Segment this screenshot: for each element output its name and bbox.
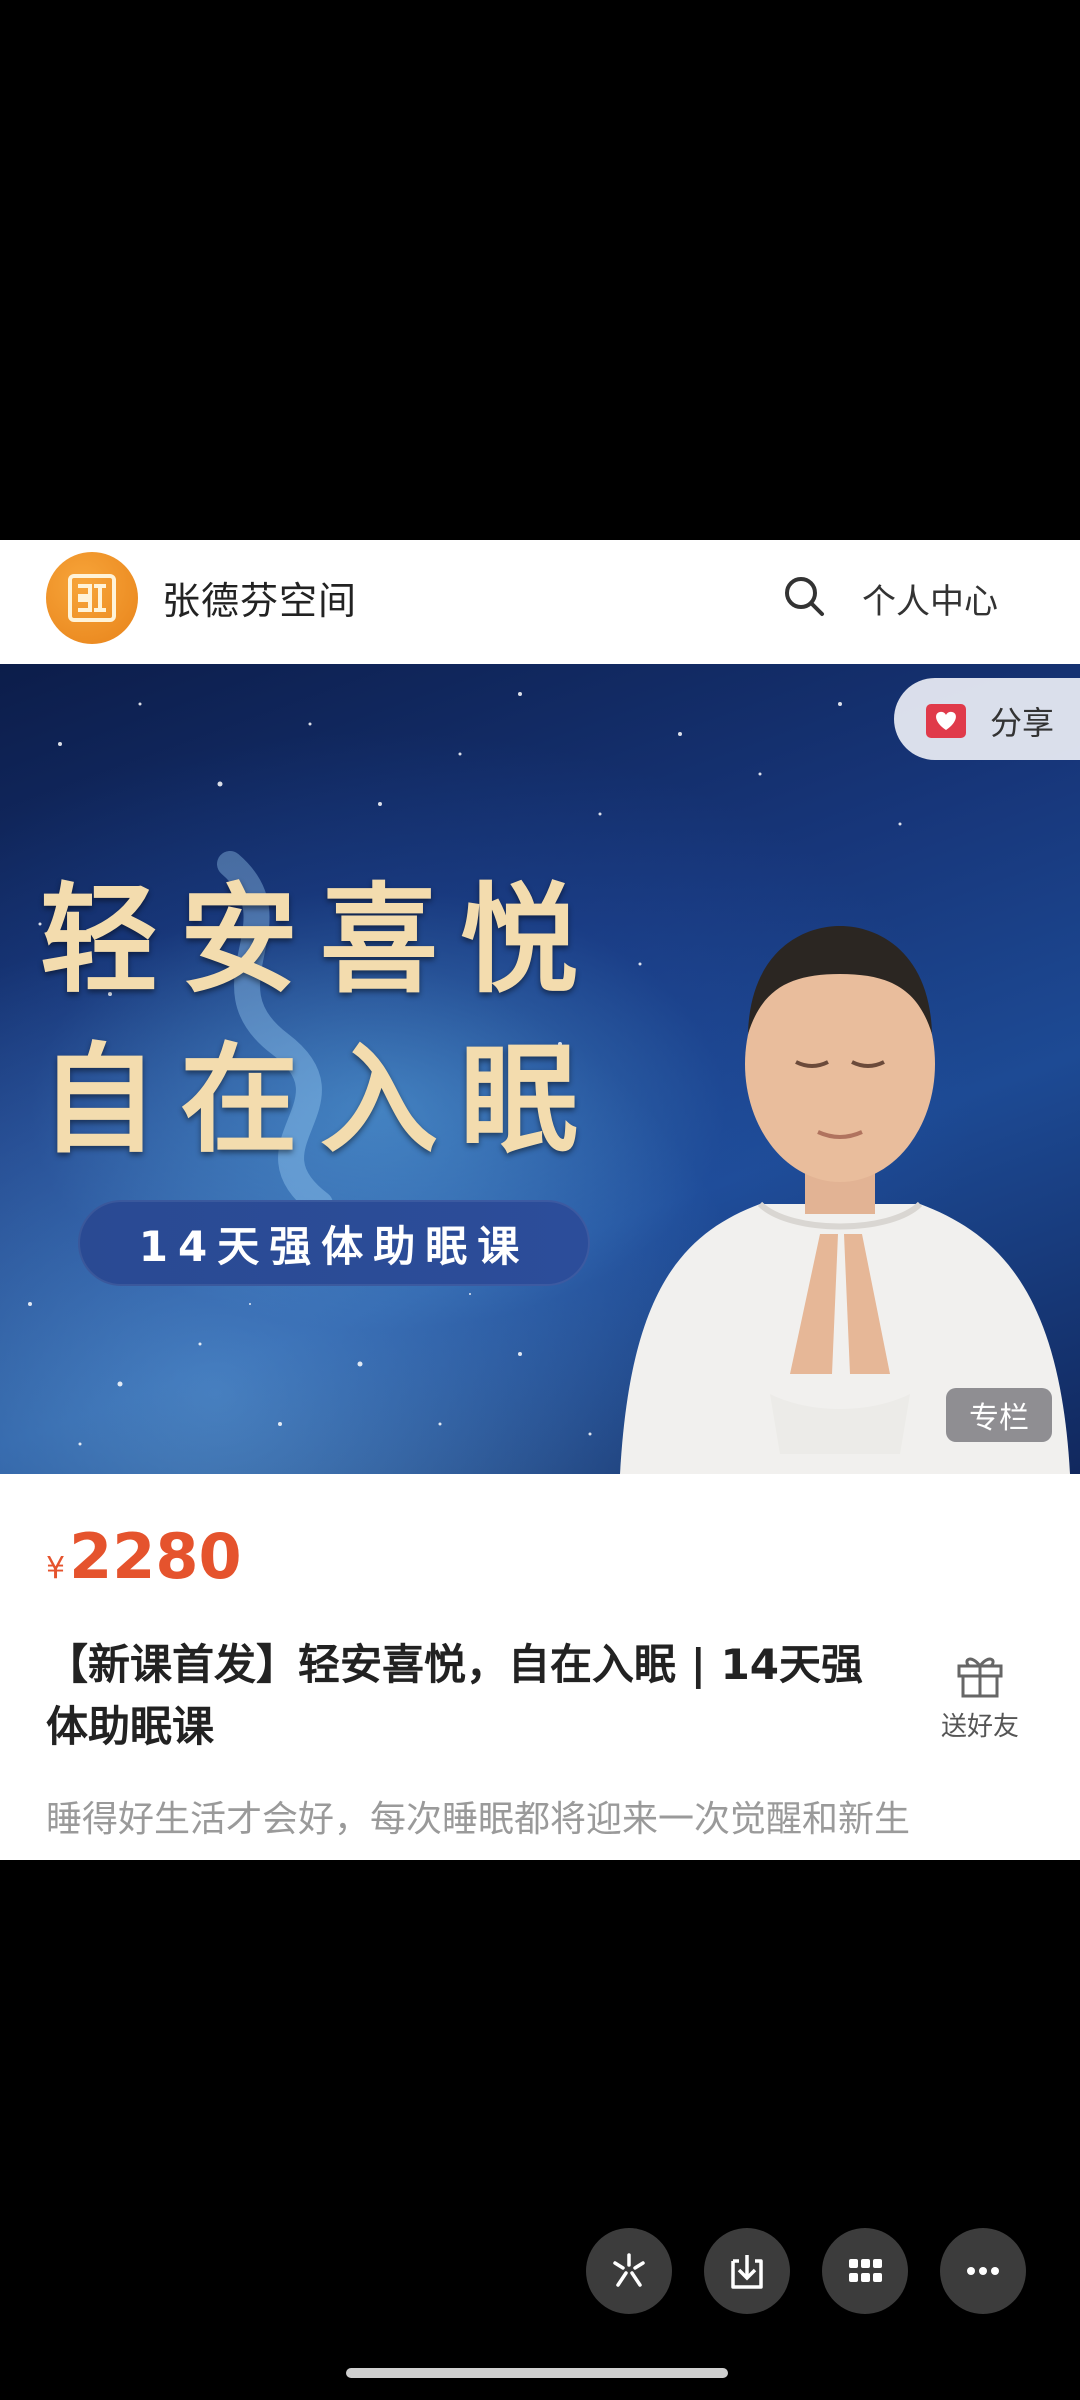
product-title: 【新课首发】轻安喜悦，自在入眠 | 14天强体助眠课 [46,1640,864,1751]
search-icon [785,577,824,616]
home-indicator[interactable] [346,2368,728,2378]
course-name-pill: 14天强体助眠课 [78,1200,590,1286]
bottom-black-area [0,1860,1080,2400]
personal-center-link[interactable]: 个人中心 [862,574,998,623]
site-logo[interactable] [46,552,138,644]
download-icon [731,2255,763,2289]
price-value: 2280 [69,1520,242,1593]
gift-icon [957,1657,1003,1698]
search-button[interactable] [776,568,832,624]
column-tag: 专栏 [946,1388,1052,1442]
zdf-logo-icon [68,574,116,622]
more-icon [967,2267,999,2275]
gift-label: 送好友 [940,1712,1019,1742]
top-black-area [0,0,1080,540]
banner-title-line1: 轻安喜悦 [40,870,601,1009]
price-currency: ¥ [46,1551,66,1586]
more-button[interactable] [940,2228,1026,2314]
price: ¥2280 [46,1520,242,1593]
site-header: 张德芬空间 个人中心 [0,540,1080,664]
heart-gift-icon [926,704,966,738]
site-name[interactable]: 张德芬空间 [162,570,357,625]
instructor-photo [620,926,1070,1474]
share-button[interactable]: 分享 [894,678,1080,760]
share-label: 分享 [990,704,1055,742]
banner-title-line2: 自在入眠 [40,1030,601,1169]
download-button[interactable] [704,2228,790,2314]
send-to-friend-button[interactable]: 送好友 [930,1646,1030,1746]
sparkle-button[interactable] [586,2228,672,2314]
product-subtitle: 睡得好生活才会好，每次睡眠都将迎来一次觉醒和新生 [46,1799,911,1840]
sparkle-icon [613,2253,645,2287]
grid-button[interactable] [822,2228,908,2314]
product-card: 张德芬空间 个人中心 轻安喜悦 自在入眠 14天强体助眠课 分享 专栏 ¥228… [0,540,1080,1860]
grid-icon [849,2259,882,2282]
course-banner[interactable]: 轻安喜悦 自在入眠 14天强体助眠课 分享 专栏 [0,664,1080,1474]
